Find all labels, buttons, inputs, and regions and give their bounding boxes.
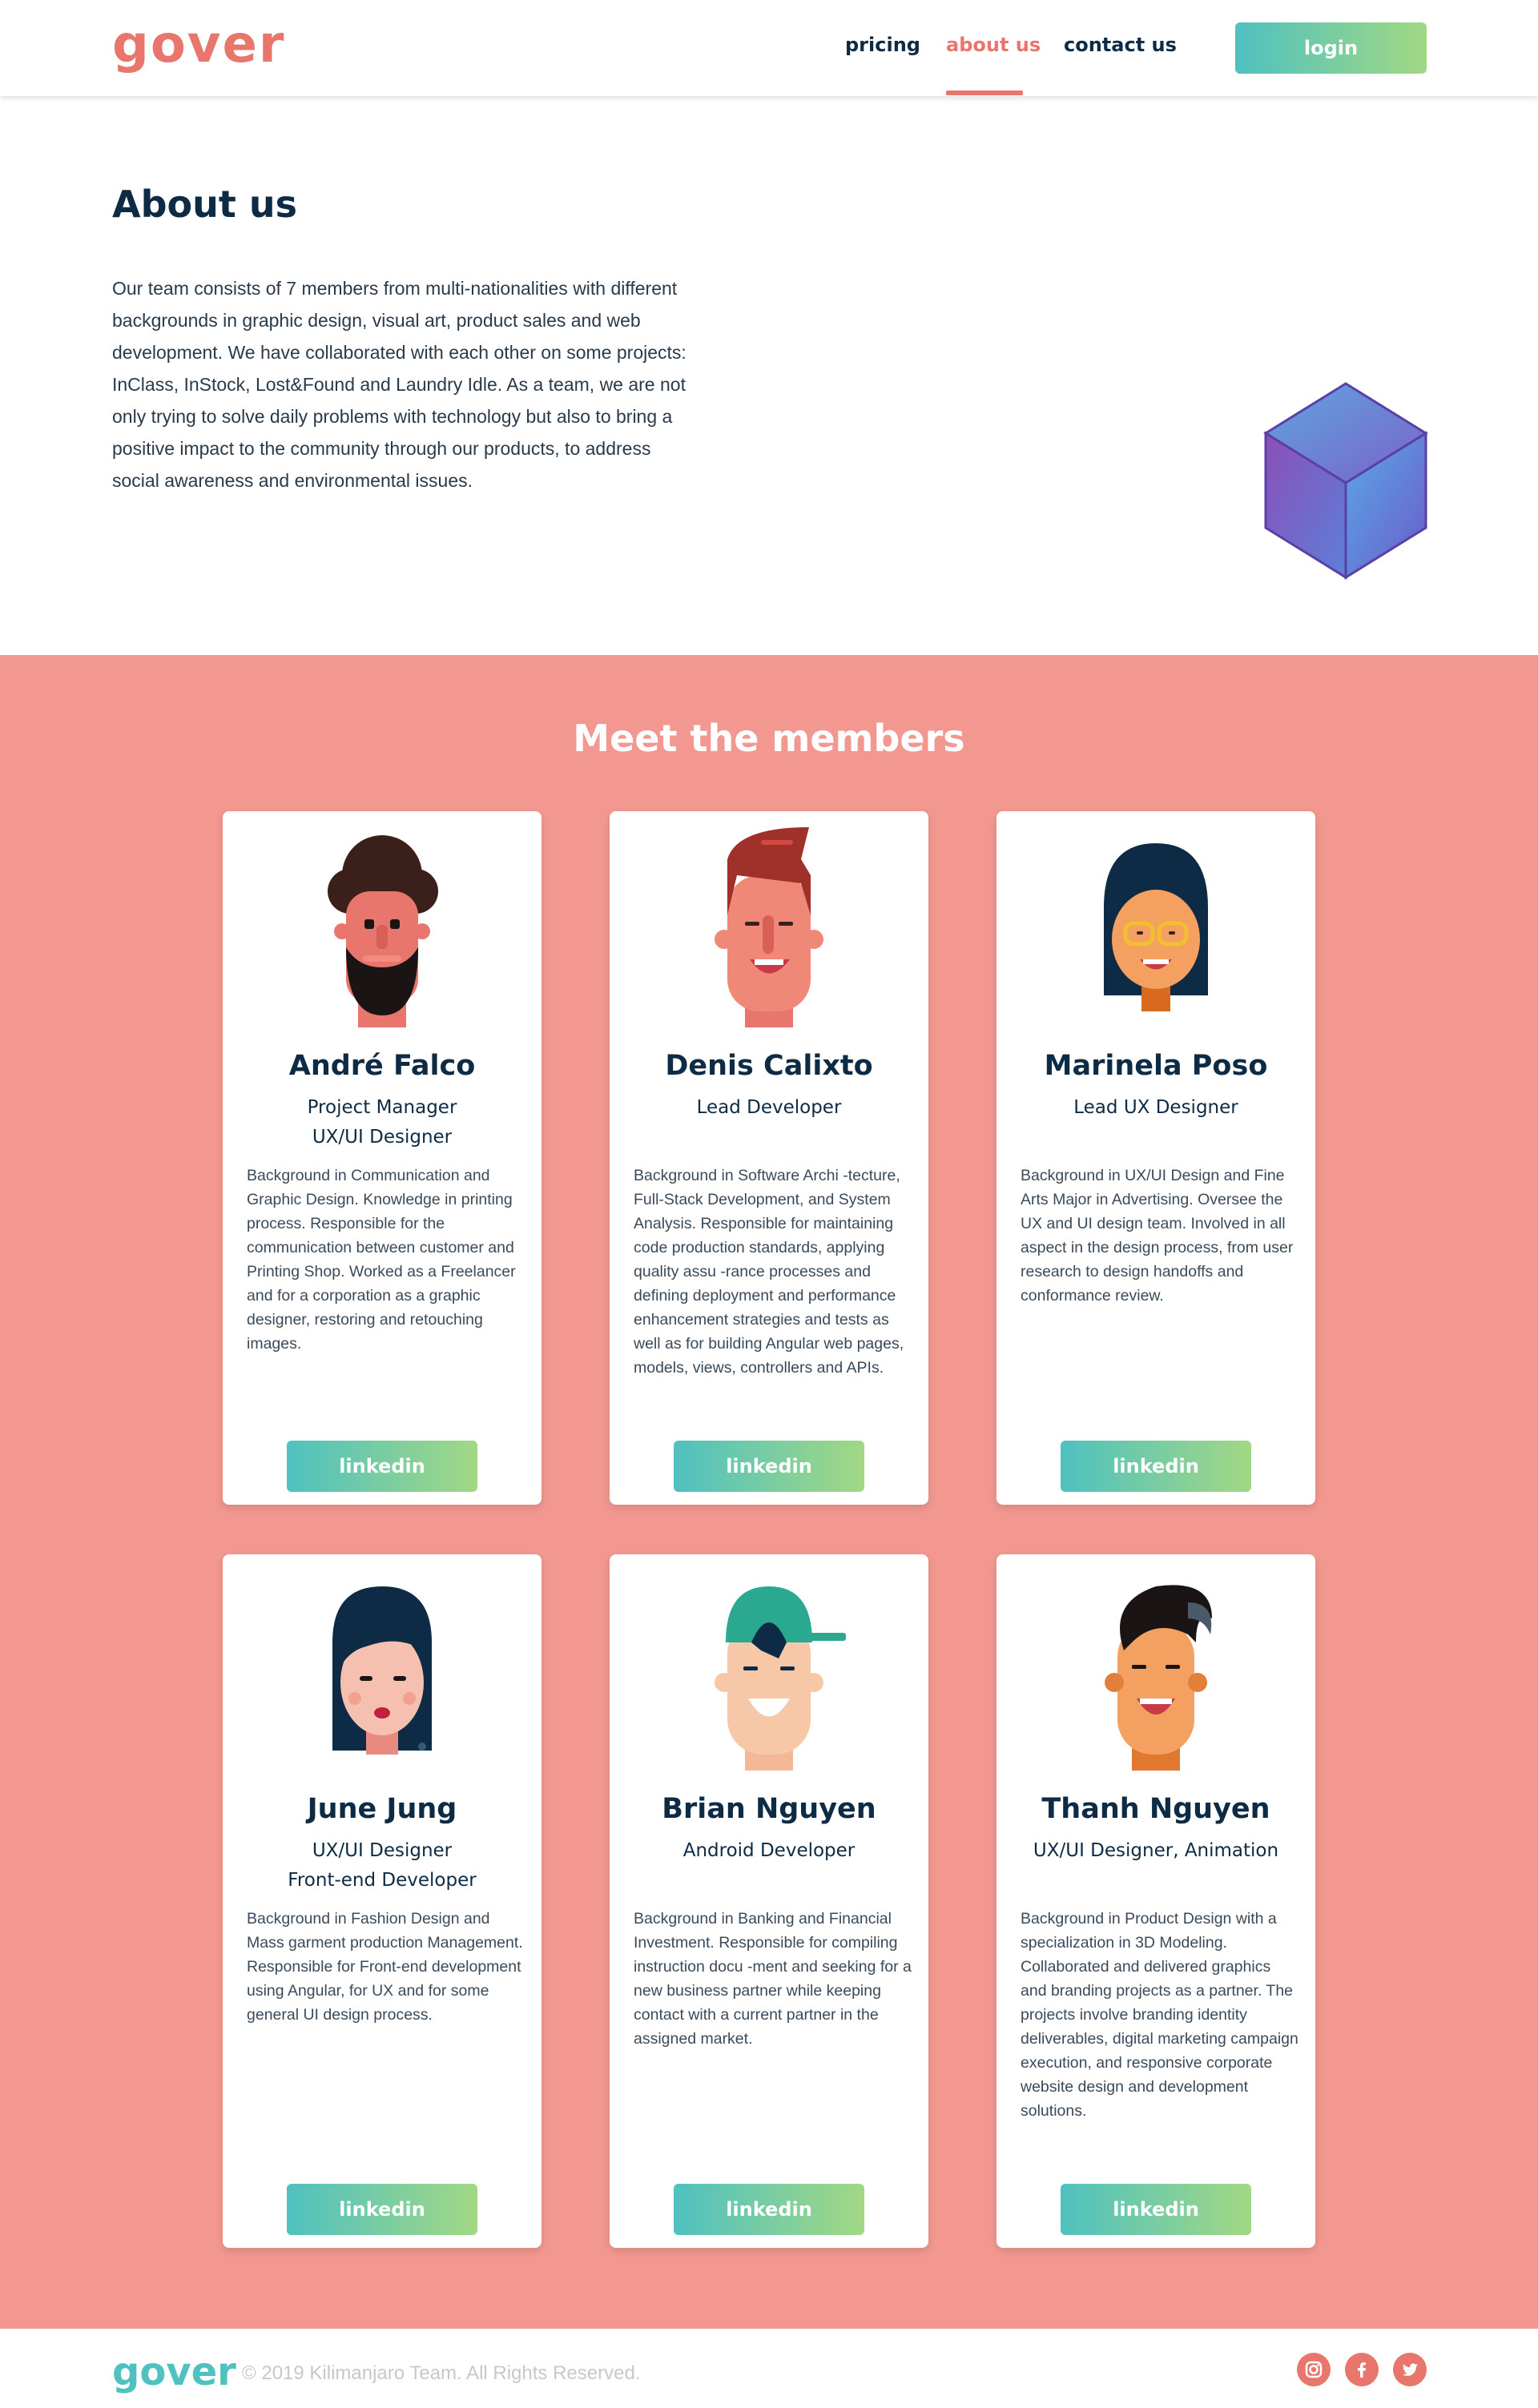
page-title: About us	[112, 183, 298, 226]
member-role: Lead UX Designer	[1073, 1097, 1238, 1118]
nav-contact-us[interactable]: contact us	[1064, 34, 1177, 56]
member-name: Brian Nguyen	[662, 1793, 876, 1825]
linkedin-button[interactable]: linkedin	[674, 2184, 864, 2235]
member-card: Thanh Nguyen UX/UI Designer, Animation B…	[996, 1554, 1315, 2248]
copyright-text: © 2019 Kilimanjaro Team. All Rights Rese…	[242, 2362, 641, 2384]
member-bio: Background in Software Archi -tecture, F…	[634, 1167, 904, 1377]
linkedin-button[interactable]: linkedin	[287, 2184, 477, 2235]
login-button[interactable]: login	[1235, 22, 1427, 74]
redhead-man-avatar	[715, 827, 823, 1027]
member-name: André Falco	[288, 1050, 476, 1082]
man-quiff-avatar	[1105, 1585, 1212, 1771]
member-name: Denis Calixto	[665, 1050, 873, 1082]
woman-long-hair-avatar	[332, 1586, 432, 1755]
nav-pricing[interactable]: pricing	[845, 34, 920, 56]
member-role: Project Manager UX/UI Designer	[307, 1097, 457, 1148]
member-bio: Background in Banking and Financial Inve…	[634, 1910, 912, 2048]
member-card: June Jung UX/UI Designer Front-end Devel…	[223, 1554, 542, 2248]
member-card: Brian Nguyen Android Developer Backgroun…	[610, 1554, 928, 2248]
member-bio: Background in Fashion Design and Mass ga…	[247, 1910, 523, 2024]
about-description: Our team consists of 7 members from mult…	[112, 278, 686, 491]
member-bio: Background in UX/UI Design and Fine Arts…	[1021, 1167, 1294, 1305]
member-card: Marinela Poso Lead UX Designer Backgroun…	[996, 811, 1315, 1505]
bearded-man-avatar	[328, 835, 438, 1027]
member-role: UX/UI Designer Front-end Developer	[288, 1840, 477, 1891]
members-section-title: Meet the members	[573, 717, 965, 760]
logo-text: gover	[112, 15, 286, 74]
gover-logo[interactable]: gover	[112, 19, 284, 83]
member-name: June Jung	[307, 1793, 457, 1825]
linkedin-button[interactable]: linkedin	[674, 1441, 864, 1492]
footer-logo[interactable]: gover	[112, 2353, 236, 2391]
woman-glasses-avatar	[1104, 843, 1208, 1011]
member-name: Marinela Poso	[1044, 1050, 1268, 1082]
top-navbar: gover pricing about us contact us login	[0, 0, 1538, 96]
member-role: UX/UI Designer, Animation	[1033, 1840, 1279, 1861]
man-cap-avatar	[715, 1586, 846, 1771]
linkedin-button[interactable]: linkedin	[1061, 2184, 1251, 2235]
cube-illustration	[1263, 382, 1428, 580]
member-bio: Background in Communication and Graphic …	[247, 1167, 516, 1353]
active-nav-indicator	[946, 90, 1023, 95]
member-role: Lead Developer	[696, 1097, 842, 1118]
linkedin-button[interactable]: linkedin	[1061, 1441, 1251, 1492]
linkedin-button[interactable]: linkedin	[287, 1441, 477, 1492]
member-card: André Falco Project Manager UX/UI Design…	[223, 811, 542, 1505]
member-name: Thanh Nguyen	[1041, 1793, 1270, 1825]
nav-about-us[interactable]: about us	[946, 34, 1041, 56]
facebook-icon[interactable]	[1345, 2353, 1379, 2386]
member-role: Android Developer	[682, 1840, 856, 1861]
member-bio: Background in Product Design with a spec…	[1021, 1910, 1298, 2120]
instagram-icon[interactable]	[1297, 2353, 1331, 2386]
member-card: Denis Calixto Lead Developer Background …	[610, 811, 928, 1505]
twitter-icon[interactable]	[1393, 2353, 1427, 2386]
